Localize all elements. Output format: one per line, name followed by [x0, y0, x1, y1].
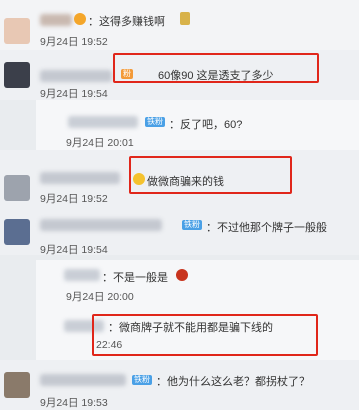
comment-item: 粉 60像90 这是透支了多少 9月24日 19:54 [0, 50, 359, 100]
avatar[interactable] [4, 219, 30, 245]
reply-date: 9月24日 20:00 [66, 291, 134, 303]
highlight-box [113, 53, 319, 83]
avatar[interactable] [4, 372, 30, 398]
blurred-username [40, 14, 72, 26]
comment-item: 做微商骗来的钱 9月24日 19:52 [0, 150, 359, 205]
highlight-box [92, 314, 318, 356]
comment-item: 铁粉 ：不过他那个牌子一般般 9月24日 19:54 [0, 205, 359, 256]
comment-item: 铁粉 ：他为什么这么老？都拐杖了？ 9月24日 19:53 [0, 360, 359, 410]
blurred-username [40, 374, 126, 386]
reply-date: 9月24日 20:01 [66, 137, 134, 149]
iron-fan-badge: 铁粉 [182, 220, 202, 230]
comment-text: ：这得多赚钱啊 [88, 16, 165, 28]
highlight-box [129, 156, 292, 194]
blurred-username [64, 269, 100, 281]
iron-fan-badge: 铁粉 [145, 117, 165, 127]
avatar[interactable] [4, 175, 30, 201]
reply-item: 铁粉 ：反了吧，60? 9月24日 20:01 [0, 100, 359, 150]
comment-date: 9月24日 19:52 [40, 36, 108, 48]
avatar[interactable] [4, 62, 30, 88]
blurred-username [40, 172, 120, 184]
comment-date: 9月24日 19:52 [40, 193, 108, 205]
emoji-icon [74, 13, 86, 25]
comment-text: ：他为什么这么老？都拐杖了？ [156, 376, 310, 388]
iron-fan-badge: 铁粉 [132, 375, 152, 385]
comment-item: ：这得多赚钱啊 9月24日 19:52 [0, 0, 359, 50]
reply-item: ：不是一般是 9月24日 20:00 [0, 255, 359, 305]
blurred-username [40, 219, 162, 231]
avatar[interactable] [4, 18, 30, 44]
trophy-emoji-icon [180, 12, 190, 25]
blurred-username [68, 116, 138, 128]
comment-text: ：不过他那个牌子一般般 [206, 222, 327, 234]
comment-date: 9月24日 19:54 [40, 88, 108, 100]
reply-text: ：不是一般是 [102, 272, 168, 284]
blurred-username [40, 70, 112, 82]
reply-text: ：反了吧，60? [169, 119, 243, 131]
chili-emoji-icon [176, 269, 188, 281]
comment-date: 9月24日 19:53 [40, 397, 108, 409]
reply-item: ：微商牌子就不能用都是骗下线的 22:46 [0, 305, 359, 360]
